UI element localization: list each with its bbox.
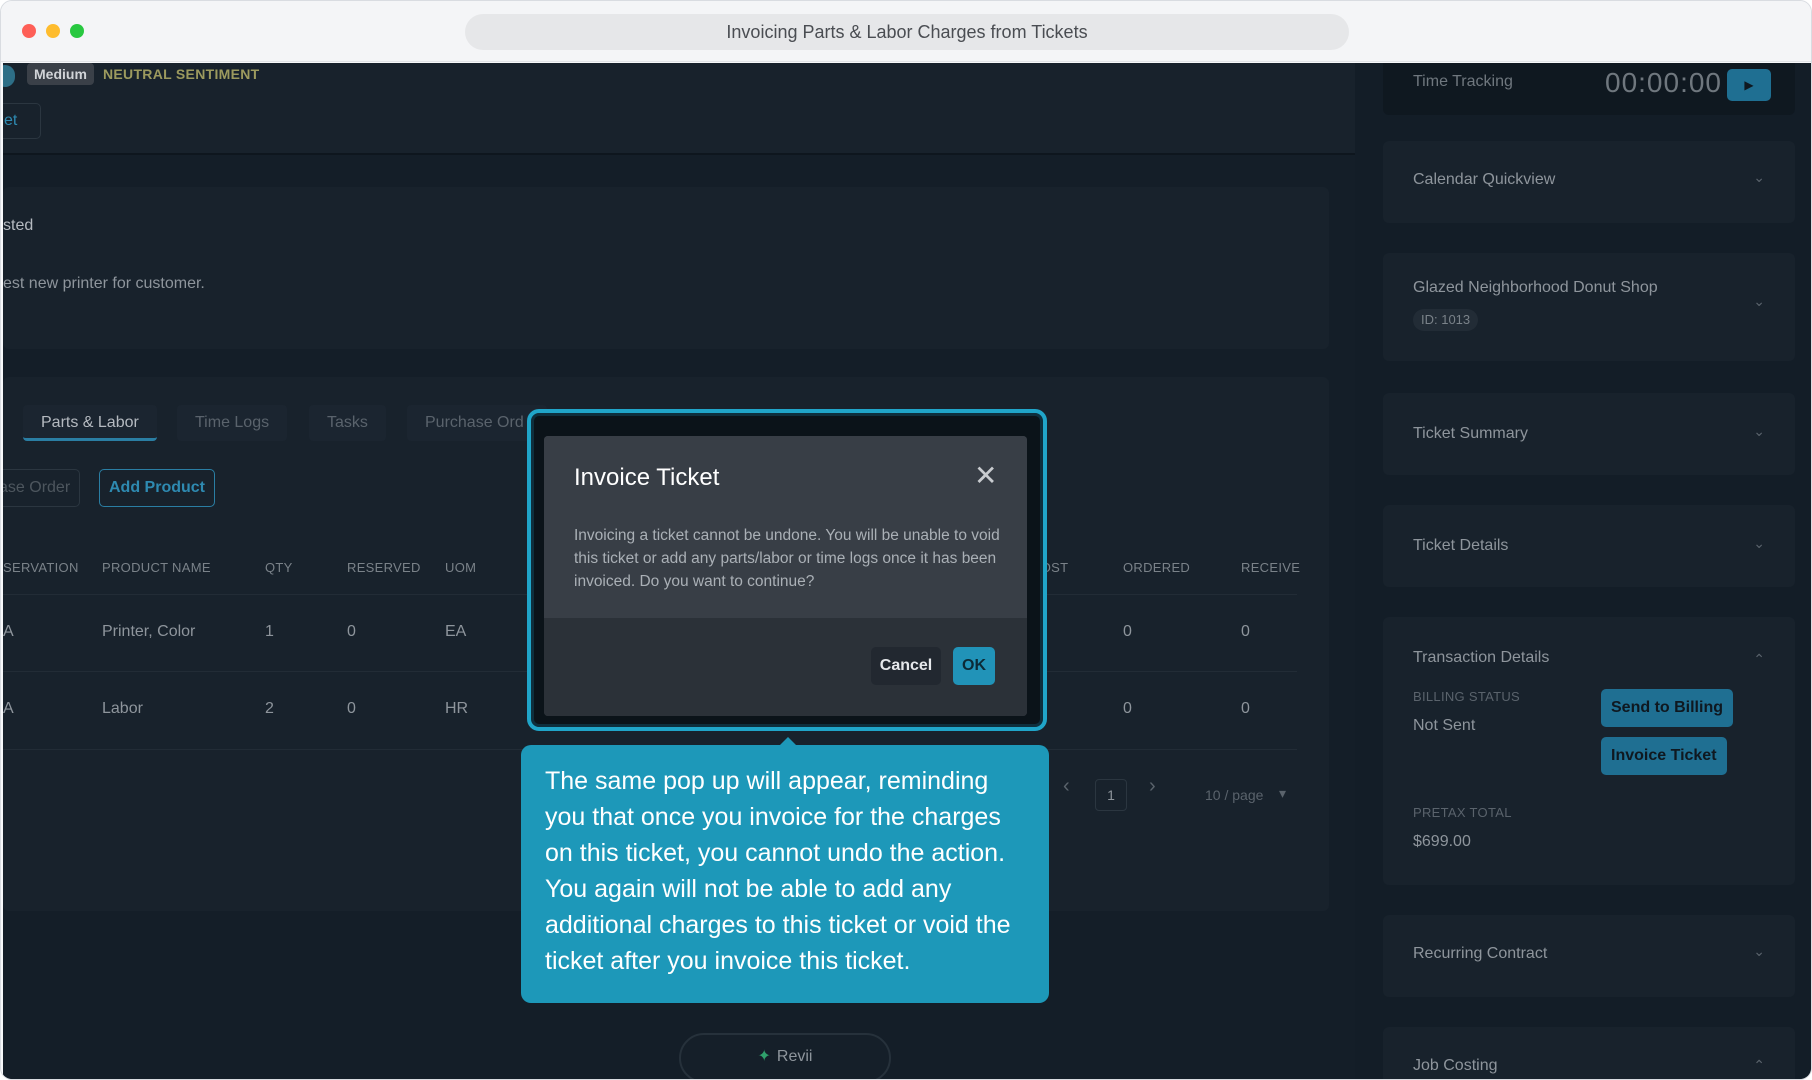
job-costing-title: Job Costing [1413, 1057, 1498, 1074]
ticket-details-card[interactable]: Ticket Details ⌄ [1383, 505, 1795, 587]
job-costing-card[interactable]: Job Costing ⌃ [1383, 1027, 1795, 1079]
close-window-button[interactable] [22, 24, 36, 38]
maximize-window-button[interactable] [70, 24, 84, 38]
time-tracking-label: Time Tracking [1413, 73, 1513, 90]
chevron-up-icon[interactable]: ⌃ [1753, 651, 1765, 668]
chevron-down-icon[interactable]: ⌄ [1753, 535, 1765, 552]
page-size-select[interactable]: 10 / page [1205, 787, 1263, 803]
chevron-down-icon[interactable]: ⌄ [1753, 169, 1765, 186]
sentiment-label: NEUTRAL SENTIMENT [103, 66, 260, 82]
chevron-down-icon[interactable]: ⌄ [1753, 293, 1765, 310]
modal-header: Invoice Ticket ✕ Invoicing a ticket cann… [544, 436, 1027, 618]
sparkle-icon: ✦ [757, 1048, 771, 1065]
app-content: Medium NEUTRAL SENTIMENT et sted est new… [3, 63, 1811, 1079]
prev-page-icon[interactable]: ‹ [1063, 775, 1070, 798]
column-header: ORDERED [1123, 560, 1191, 575]
chevron-down-icon[interactable]: ⌄ [1753, 943, 1765, 960]
column-header: UOM [445, 560, 477, 575]
chevron-down-icon[interactable]: ⌄ [1753, 423, 1765, 440]
purchase-order-button[interactable]: ase Order [3, 469, 81, 507]
tab-purchase-orders[interactable]: Purchase Ord [407, 405, 547, 441]
browser-window: Invoicing Parts & Labor Charges from Tic… [0, 0, 1812, 1080]
chevron-up-icon[interactable]: ⌃ [1753, 1057, 1765, 1074]
play-icon[interactable]: ▶ [1727, 69, 1771, 101]
table-cell: A [3, 623, 14, 640]
revii-label: Revii [776, 1048, 813, 1065]
modal-body-text: Invoicing a ticket cannot be undone. You… [574, 527, 1000, 590]
column-header: RESERVED [347, 560, 421, 575]
time-tracking-card: Time Tracking 00:00:00 ▶ [1383, 63, 1795, 115]
transaction-details-title: Transaction Details [1413, 649, 1550, 666]
table-cell: 1 [265, 623, 274, 640]
invoice-ticket-button[interactable]: Invoice Ticket [1601, 737, 1727, 775]
tab-parts-labor[interactable]: Parts & Labor [23, 405, 157, 441]
column-header: RECEIVE [1241, 560, 1301, 575]
chevron-down-icon[interactable]: ▾ [1279, 785, 1286, 802]
customer-name: Glazed Neighborhood Donut Shop [1413, 279, 1658, 296]
column-header: SERVATION [3, 560, 79, 575]
table-cell: 0 [1241, 700, 1250, 717]
description-text: est new printer for customer. [3, 275, 205, 292]
transaction-details-card: Transaction Details ⌃ BILLING STATUS Not… [1383, 617, 1795, 885]
table-cell: HR [445, 700, 469, 717]
table-cell: 0 [1241, 623, 1250, 640]
calendar-quickview-card[interactable]: Calendar Quickview ⌄ [1383, 141, 1795, 223]
guide-tooltip: The same pop up will appear, reminding y… [521, 745, 1049, 1003]
table-cell: 0 [347, 700, 356, 717]
minimize-window-button[interactable] [46, 24, 60, 38]
ticket-summary-card[interactable]: Ticket Summary ⌄ [1383, 393, 1795, 475]
customer-card[interactable]: Glazed Neighborhood Donut Shop ID: 1013 … [1383, 253, 1795, 361]
ticket-header: Medium NEUTRAL SENTIMENT et [3, 63, 1355, 155]
send-to-billing-button[interactable]: Send to Billing [1601, 689, 1733, 727]
right-sidebar: Time Tracking 00:00:00 ▶ Calendar Quickv… [1357, 63, 1811, 1079]
table-cell: EA [445, 623, 467, 640]
column-header: QTY [265, 560, 293, 575]
ticket-details-title: Ticket Details [1413, 537, 1509, 554]
table-cell: Labor [102, 700, 143, 717]
pretax-total-label: PRETAX TOTAL [1413, 805, 1512, 820]
close-icon[interactable]: ✕ [974, 462, 997, 490]
tab-time-logs[interactable]: Time Logs [177, 405, 288, 441]
tab-tasks[interactable]: Tasks [309, 405, 386, 441]
recurring-contract-title: Recurring Contract [1413, 945, 1548, 962]
window-title: Invoicing Parts & Labor Charges from Tic… [465, 14, 1349, 50]
column-header: PRODUCT NAME [102, 560, 211, 575]
customer-id-badge: ID: 1013 [1413, 309, 1479, 331]
pretax-total-value: $699.00 [1413, 833, 1471, 850]
table-cell: 0 [347, 623, 356, 640]
status-badge [3, 65, 15, 87]
cancel-button[interactable]: Cancel [871, 647, 941, 685]
add-product-button[interactable]: Add Product [99, 469, 215, 507]
title-bar: Invoicing Parts & Labor Charges from Tic… [1, 1, 1811, 62]
priority-badge: Medium [27, 63, 94, 85]
table-cell: 0 [1123, 700, 1132, 717]
page-number[interactable]: 1 [1095, 779, 1127, 811]
recurring-contract-card[interactable]: Recurring Contract ⌄ [1383, 915, 1795, 997]
ticket-action-button[interactable]: et [3, 103, 41, 139]
timer-value: 00:00:00 [1605, 67, 1722, 98]
ticket-summary-title: Ticket Summary [1413, 425, 1528, 442]
calendar-quickview-title: Calendar Quickview [1413, 171, 1556, 188]
modal-title: Invoice Ticket [574, 464, 720, 491]
revii-assistant-button[interactable]: ✦ Revii [679, 1033, 891, 1079]
table-cell: 0 [1123, 623, 1132, 640]
ok-button[interactable]: OK [953, 647, 995, 685]
table-cell: 2 [265, 700, 274, 717]
table-cell: Printer, Color [102, 623, 196, 640]
table-cell: A [3, 700, 14, 717]
billing-status-label: BILLING STATUS [1413, 689, 1521, 704]
description-card [3, 187, 1329, 349]
billing-status-value: Not Sent [1413, 717, 1476, 734]
description-heading: sted [3, 217, 34, 234]
next-page-icon[interactable]: › [1149, 775, 1156, 798]
